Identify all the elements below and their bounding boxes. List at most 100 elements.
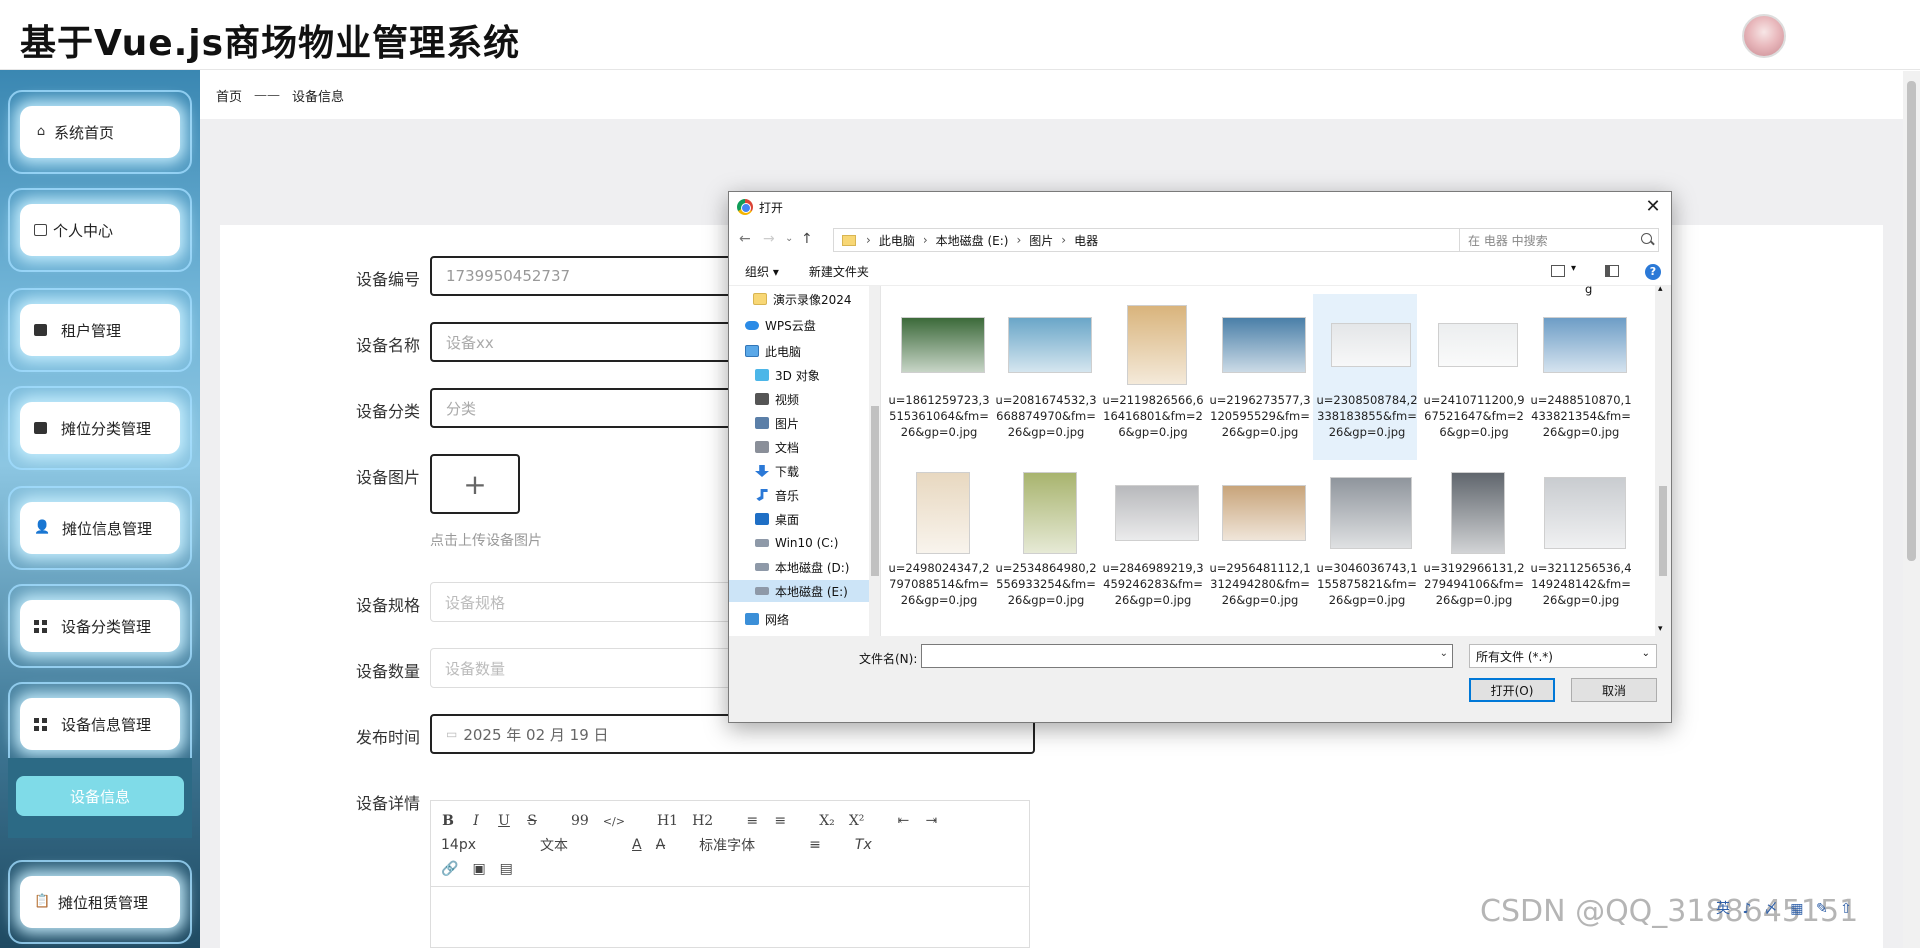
ordered-list-button[interactable]: ≡ — [745, 813, 759, 829]
scroll-down-icon[interactable]: ▾ — [1658, 624, 1663, 634]
history-dropdown-icon[interactable]: ⌄ — [785, 233, 793, 244]
filename-input[interactable]: ⌄ — [921, 644, 1453, 668]
underline-button[interactable]: U — [497, 813, 511, 829]
file-item[interactable]: u=3211256536,4149248142&fm=26&gp=0.jpg — [1527, 462, 1632, 628]
files-scrollbar-thumb[interactable] — [1659, 486, 1667, 576]
subscript-button[interactable]: X₂ — [819, 813, 835, 829]
bullet-list-button[interactable]: ≡ — [773, 813, 787, 829]
sidebar-button-device-category[interactable]: 设备分类管理 — [20, 600, 180, 652]
h2-button[interactable]: H2 — [692, 813, 713, 829]
file-item[interactable]: u=2081674532,3668874970&fm=26&gp=0.jpg — [992, 294, 1097, 460]
sidebar-button-booth-info[interactable]: 👤 摊位信息管理 — [20, 502, 180, 554]
cancel-button[interactable]: 取消 — [1571, 678, 1657, 702]
view-mode-icon[interactable] — [1551, 265, 1565, 277]
font-color-button[interactable]: A — [632, 837, 642, 853]
outdent-button[interactable]: ⇤ — [896, 813, 910, 829]
organize-button[interactable]: 组织 ▾ — [745, 263, 779, 280]
sidebar-button-tenants[interactable]: 租户管理 — [20, 304, 180, 356]
rich-text-editor[interactable]: B I U S 99 </> H1 H2 ≡ ≡ X₂ X² ⇤ ⇥ 14px … — [430, 800, 1030, 948]
sidebar-item-device-info[interactable]: 设备信息管理 — [8, 682, 192, 758]
file-item[interactable]: u=2308508784,2338183855&fm=26&gp=0.jpg — [1313, 294, 1418, 460]
bold-button[interactable]: B — [441, 813, 455, 829]
sidebar-item-booth-lease[interactable]: 📋 摊位租赁管理 — [8, 860, 192, 944]
tree-item[interactable]: 视频 — [755, 388, 880, 410]
dialog-search-input[interactable]: 在 电器 中搜索 — [1459, 228, 1659, 252]
superscript-button[interactable]: X² — [849, 813, 865, 829]
open-button[interactable]: 打开(O) — [1469, 678, 1555, 702]
filetype-select[interactable]: 所有文件 (*.*) ⌄ — [1469, 644, 1657, 668]
video-icon[interactable]: ▤ — [500, 861, 513, 877]
sidebar-button-booth-lease[interactable]: 📋 摊位租赁管理 — [20, 876, 180, 928]
sidebar-item-booth-category[interactable]: 摊位分类管理 — [8, 386, 192, 470]
sidebar-button-profile[interactable]: 个人中心 — [20, 204, 180, 256]
path-segment[interactable]: 此电脑 — [879, 232, 915, 249]
view-dropdown-icon[interactable]: ▾ — [1571, 263, 1576, 274]
file-item[interactable]: u=2956481112,1312494280&fm=26&gp=0.jpg — [1206, 462, 1311, 628]
breadcrumb-home[interactable]: 首页 — [216, 86, 242, 105]
submenu-item-device-info[interactable]: 设备信息 — [16, 776, 184, 816]
file-item[interactable]: u=2488510870,1433821354&fm=26&gp=0.jpg — [1527, 294, 1632, 460]
new-folder-button[interactable]: 新建文件夹 — [809, 263, 869, 280]
tree-item[interactable]: 音乐 — [755, 484, 880, 506]
filename-dropdown-icon[interactable]: ⌄ — [1440, 648, 1448, 659]
path-segment[interactable]: 电器 — [1074, 232, 1098, 249]
file-item[interactable]: u=2410711200,967521647&fm=26&gp=0.jpg — [1420, 294, 1525, 460]
tree-item[interactable]: 文档 — [755, 436, 880, 458]
tree-item[interactable]: 此电脑 — [745, 340, 879, 362]
scroll-up-icon[interactable]: ▴ — [1658, 286, 1663, 294]
sidebar-item-booth-info[interactable]: 👤 摊位信息管理 — [8, 486, 192, 570]
tree-item[interactable]: 3D 对象 — [755, 364, 880, 386]
tree-item[interactable]: 图片 — [755, 412, 880, 434]
strike-button[interactable]: S — [525, 813, 539, 829]
file-item[interactable]: u=2534864980,2556933254&fm=26&gp=0.jpg — [992, 462, 1097, 628]
sidebar-button-booth-category[interactable]: 摊位分类管理 — [20, 402, 180, 454]
tree-item[interactable]: Win10 (C:) — [755, 532, 880, 554]
link-icon[interactable]: 🔗 — [441, 861, 458, 877]
nav-scrollbar[interactable] — [869, 286, 880, 636]
files-scrollbar[interactable]: ▴ ▾ — [1655, 286, 1671, 636]
nav-scrollbar-thumb[interactable] — [871, 406, 879, 576]
tree-item[interactable]: 演示录像2024 — [753, 288, 880, 310]
path-segment[interactable]: 本地磁盘 (E:) — [936, 232, 1009, 249]
file-item[interactable]: u=2196273577,3120595529&fm=26&gp=0.jpg — [1206, 294, 1311, 460]
tree-item[interactable]: 本地磁盘 (D:) — [755, 556, 880, 578]
file-item[interactable]: u=2846989219,3459246283&fm=26&gp=0.jpg — [1099, 462, 1204, 628]
file-item[interactable]: u=1861259723,3515361064&fm=26&gp=0.jpg — [885, 294, 990, 460]
indent-button[interactable]: ⇥ — [924, 813, 938, 829]
image-upload-button[interactable]: + — [430, 454, 520, 514]
background-color-button[interactable]: A̶ — [656, 837, 666, 853]
up-arrow-icon[interactable]: ↑ — [801, 231, 813, 247]
tree-item[interactable]: 网络 — [745, 608, 879, 630]
sidebar-button-device-info[interactable]: 设备信息管理 — [20, 698, 180, 750]
sidebar-item-profile[interactable]: 个人中心 — [8, 188, 192, 272]
sidebar-item-tenants[interactable]: 租户管理 — [8, 288, 192, 372]
path-segment[interactable]: 图片 — [1029, 232, 1053, 249]
sidebar-item-home[interactable]: ⌂ 系统首页 — [8, 90, 192, 174]
align-button[interactable]: ≡ — [809, 837, 821, 853]
help-icon[interactable]: ? — [1645, 264, 1661, 280]
tree-item[interactable]: WPS云盘 — [745, 314, 879, 336]
font-size-select[interactable]: 14px — [441, 837, 476, 853]
page-scrollbar-thumb[interactable] — [1907, 81, 1916, 561]
italic-button[interactable]: I — [469, 813, 483, 829]
h1-button[interactable]: H1 — [657, 813, 678, 829]
sidebar-item-device-category[interactable]: 设备分类管理 — [8, 584, 192, 668]
clear-format-button[interactable]: Tx — [855, 837, 872, 853]
close-icon[interactable]: ✕ — [1641, 195, 1665, 219]
image-icon[interactable]: ▣ — [472, 861, 485, 877]
tree-item[interactable]: 下载 — [755, 460, 880, 482]
file-item[interactable]: u=3192966131,2279494106&fm=26&gp=0.jpg — [1420, 462, 1525, 628]
ime-tray-icons[interactable]: 英 ♪ 〆 ▦ ✎ ⇧ — [1716, 898, 1856, 918]
file-item[interactable]: u=3046036743,1155875821&fm=26&gp=0.jpg — [1313, 462, 1418, 628]
user-avatar[interactable] — [1742, 14, 1786, 58]
address-bar[interactable]: › 此电脑 › 本地磁盘 (E:) › 图片 › 电器 ⌄ ↻ — [833, 228, 1543, 252]
back-arrow-icon[interactable]: ← — [739, 231, 751, 247]
tree-item-selected[interactable]: 本地磁盘 (E:) — [729, 580, 869, 602]
quote-button[interactable]: 99 — [571, 813, 589, 829]
file-item[interactable]: u=2119826566,616416801&fm=26&gp=0.jpg — [1099, 294, 1204, 460]
page-scrollbar[interactable] — [1903, 71, 1920, 948]
file-item[interactable]: u=2498024347,2797088514&fm=26&gp=0.jpg — [885, 462, 990, 628]
text-type-select[interactable]: 文本 — [540, 835, 568, 855]
code-button[interactable]: </> — [603, 815, 625, 828]
forward-arrow-icon[interactable]: → — [763, 231, 775, 247]
